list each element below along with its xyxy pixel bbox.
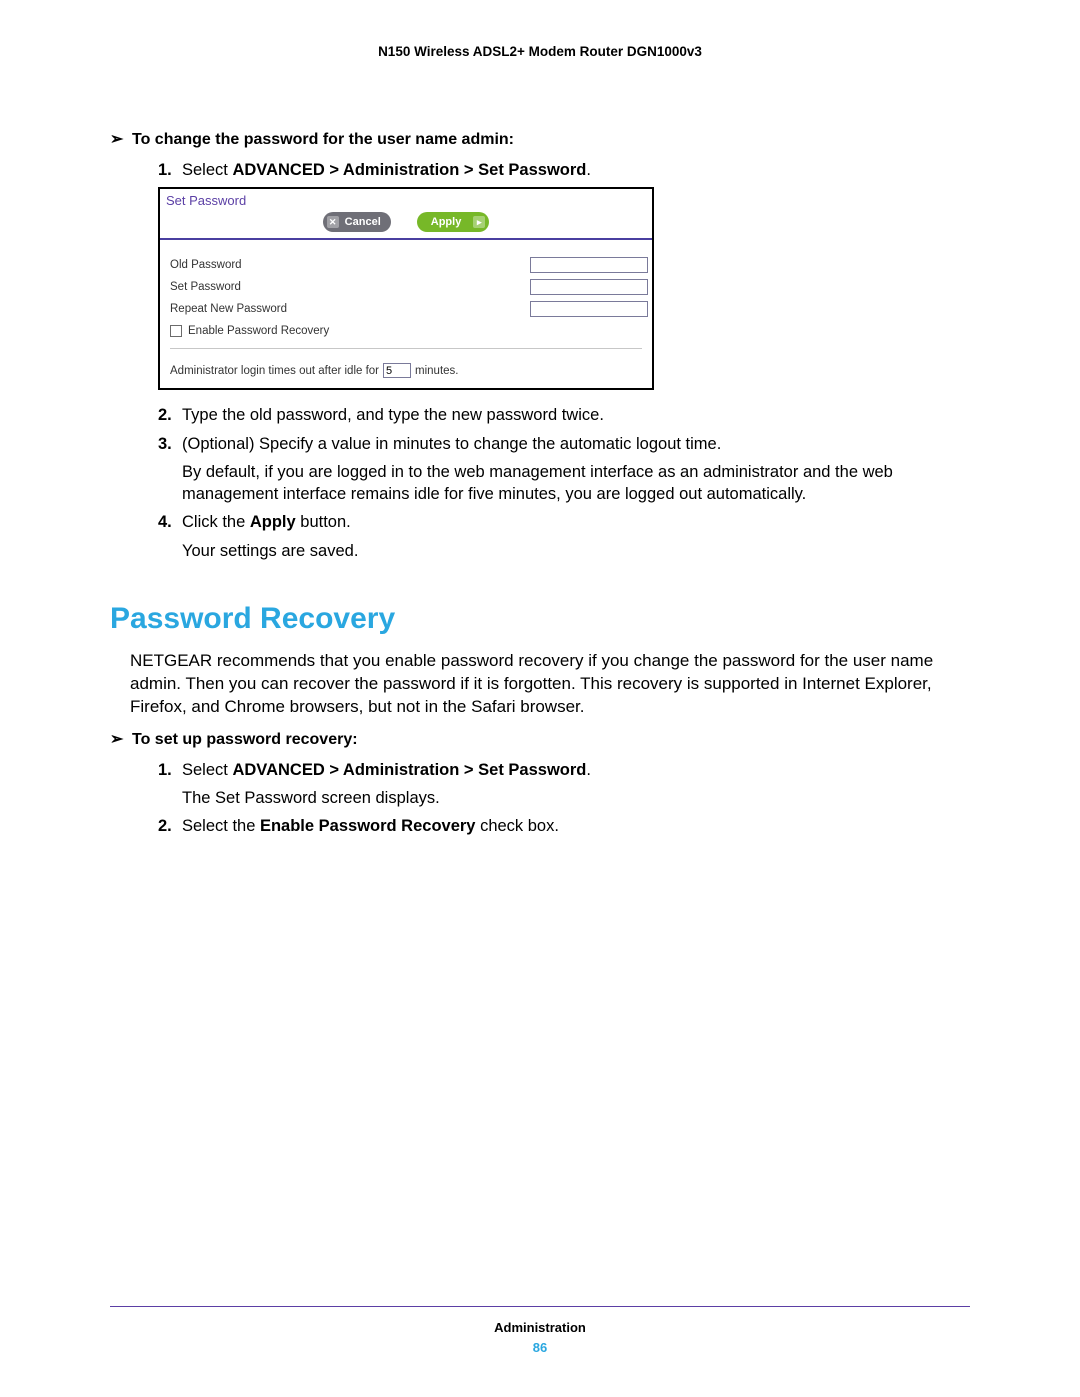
t: check box. [475, 817, 558, 835]
enable-recovery-label: Enable Password Recovery [188, 325, 329, 337]
old-password-field[interactable] [530, 257, 648, 273]
t: . [586, 161, 591, 179]
step-2: 2.Select the Enable Password Recovery ch… [158, 815, 970, 837]
chevron-right-icon: ▸ [473, 216, 485, 228]
cancel-label: Cancel [345, 216, 381, 228]
procedure-heading-1-text: To change the password for the user name… [132, 131, 514, 148]
repeat-password-row: Repeat New Password [170, 298, 642, 320]
apply-button[interactable]: Apply ▸ [417, 212, 490, 232]
bold: Enable Password Recovery [260, 817, 476, 835]
steps-list-2: 1.Select ADVANCED > Administration > Set… [158, 759, 970, 838]
steps-list-1: 1.Select ADVANCED > Administration > Set… [158, 159, 970, 181]
t: . [586, 761, 591, 779]
document-page: N150 Wireless ADSL2+ Modem Router DGN100… [0, 0, 1080, 1397]
footer-rule [110, 1306, 970, 1308]
bold-path: ADVANCED > Administration > Set Password [232, 761, 586, 779]
page-number: 86 [0, 1340, 1080, 1355]
procedure-heading-2: ➢To set up password recovery: [110, 729, 970, 749]
procedure-heading-1: ➢To change the password for the user nam… [110, 129, 970, 149]
step-number: 2. [158, 404, 182, 426]
step-number: 1. [158, 759, 182, 781]
repeat-password-label: Repeat New Password [170, 303, 530, 315]
steps-list-1-cont: 2.Type the old password, and type the ne… [158, 404, 970, 562]
t: Click the [182, 513, 250, 531]
doc-title: N150 Wireless ADSL2+ Modem Router DGN100… [110, 44, 970, 59]
step-2: 2.Type the old password, and type the ne… [158, 404, 970, 426]
step-cont: Your settings are saved. [182, 540, 970, 562]
step-text: Select ADVANCED > Administration > Set P… [182, 161, 591, 179]
cancel-button[interactable]: ✕ Cancel [323, 212, 391, 232]
t: Select the [182, 817, 260, 835]
footer-section: Administration [0, 1320, 1080, 1335]
old-password-row: Old Password [170, 254, 642, 276]
panel-title: Set Password [160, 189, 652, 210]
step-text: Click the Apply button. [182, 513, 351, 531]
close-icon: ✕ [327, 216, 339, 228]
set-password-field[interactable] [530, 279, 648, 295]
step-3: 3.(Optional) Specify a value in minutes … [158, 433, 970, 506]
triangle-right-icon: ➢ [110, 729, 132, 749]
step-number: 2. [158, 815, 182, 837]
set-password-panel: Set Password ✕ Cancel Apply ▸ Old Passwo… [158, 187, 654, 390]
panel-button-row: ✕ Cancel Apply ▸ [160, 210, 652, 238]
procedure-heading-2-text: To set up password recovery: [132, 731, 358, 748]
step-number: 1. [158, 159, 182, 181]
timeout-pre: Administrator login times out after idle… [170, 365, 379, 377]
old-password-label: Old Password [170, 259, 530, 271]
step-1: 1.Select ADVANCED > Administration > Set… [158, 159, 970, 181]
step-text: Type the old password, and type the new … [182, 406, 604, 424]
set-password-row: Set Password [170, 276, 642, 298]
t: button. [296, 513, 351, 531]
apply-label: Apply [431, 216, 462, 228]
triangle-right-icon: ➢ [110, 129, 132, 149]
repeat-password-field[interactable] [530, 301, 648, 317]
step-4: 4.Click the Apply button. Your settings … [158, 511, 970, 562]
timeout-post: minutes. [415, 365, 458, 377]
enable-recovery-checkbox[interactable] [170, 325, 182, 337]
step-text: Select ADVANCED > Administration > Set P… [182, 761, 591, 779]
divider [170, 348, 642, 349]
step-1: 1.Select ADVANCED > Administration > Set… [158, 759, 970, 810]
step-cont: By default, if you are logged in to the … [182, 461, 970, 506]
bold: Apply [250, 513, 296, 531]
router-screenshot: Set Password ✕ Cancel Apply ▸ Old Passwo… [158, 187, 970, 390]
step-number: 4. [158, 511, 182, 533]
enable-recovery-row: Enable Password Recovery [170, 320, 642, 342]
step-text: Select the Enable Password Recovery chec… [182, 817, 559, 835]
set-password-label: Set Password [170, 281, 530, 293]
password-form: Old Password Set Password Repeat New Pas… [160, 250, 652, 363]
t: Select [182, 161, 232, 179]
step-text: (Optional) Specify a value in minutes to… [182, 435, 721, 453]
timeout-row: Administrator login times out after idle… [160, 363, 652, 388]
step-number: 3. [158, 433, 182, 455]
divider [160, 238, 652, 240]
timeout-field[interactable] [383, 363, 411, 378]
bold-path: ADVANCED > Administration > Set Password [232, 161, 586, 179]
t: Select [182, 761, 232, 779]
step-cont: The Set Password screen displays. [182, 787, 970, 809]
section-heading-password-recovery: Password Recovery [110, 602, 970, 636]
recovery-paragraph: NETGEAR recommends that you enable passw… [130, 650, 970, 719]
